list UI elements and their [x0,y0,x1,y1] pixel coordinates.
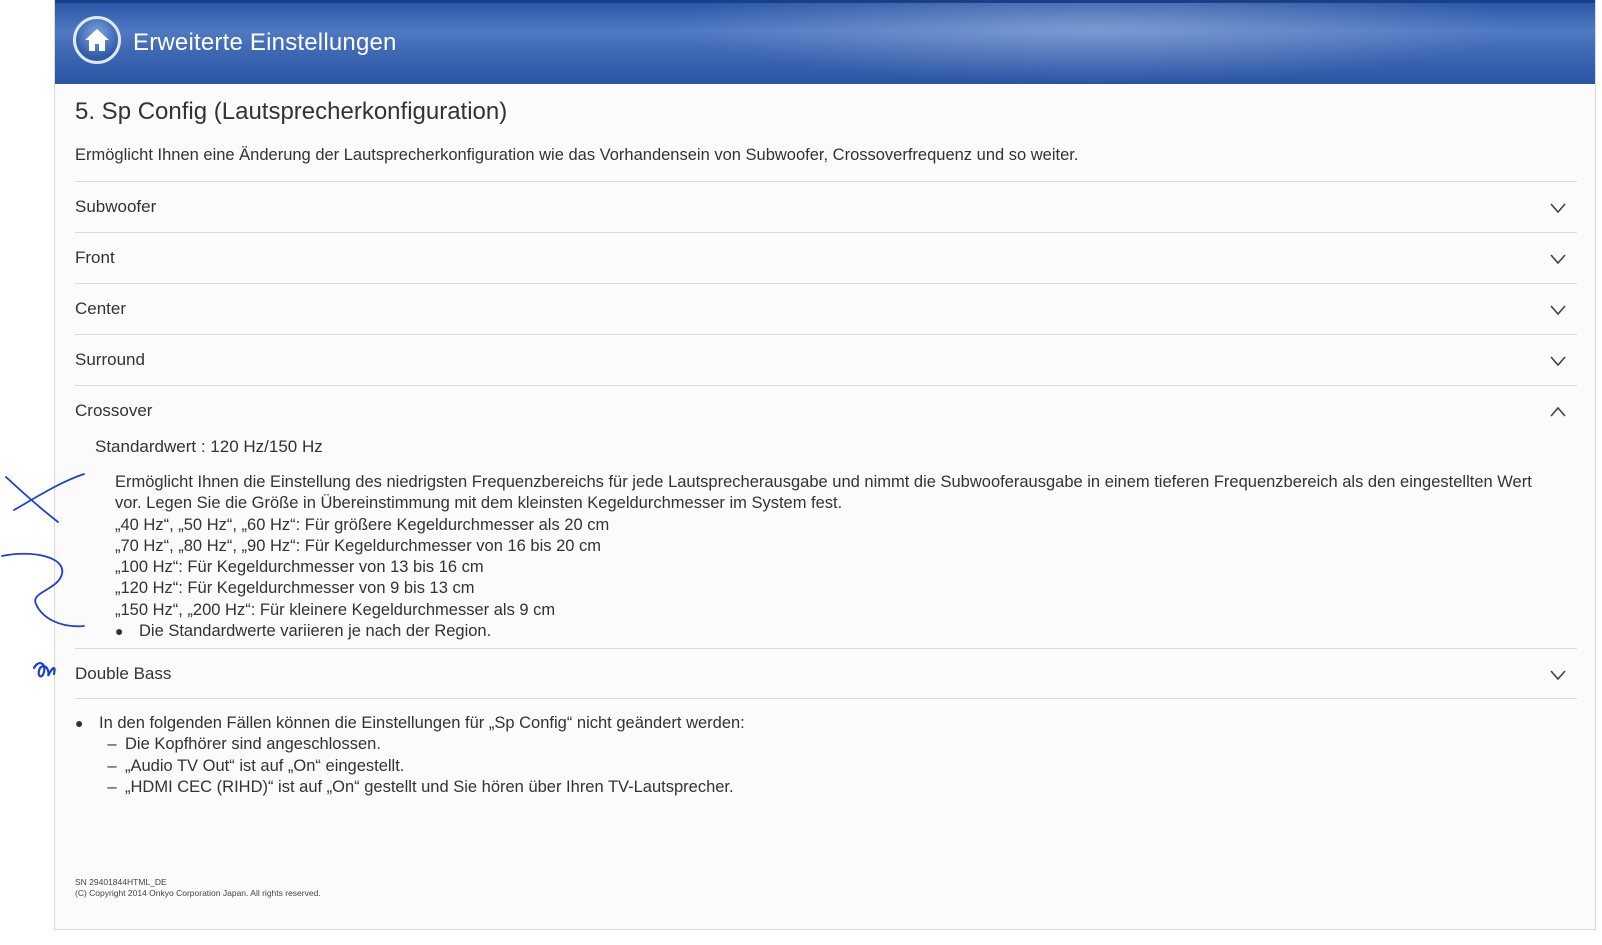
chevron-down-icon [1550,203,1566,214]
crossover-note-text: Die Standardwerte variieren je nach der … [139,622,492,641]
footer: SN 29401844HTML_DE (C) Copyright 2014 On… [75,877,321,899]
header-bar: Erweiterte Einstellungen [55,0,1595,84]
divider [75,698,1577,699]
page-title: 5. Sp Config (Lautsprecherkonfiguration) [75,98,508,125]
notes-item-text: „Audio TV Out“ ist auf „On“ eingestellt. [125,756,405,775]
accordion-double-bass[interactable]: Double Bass [75,648,1577,698]
header-title: Erweiterte Einstellungen [133,29,397,56]
page-frame: Erweiterte Einstellungen 5. Sp Config (L… [54,0,1596,930]
page-description: Ermöglicht Ihnen eine Änderung der Lauts… [75,146,1079,164]
notes: ● In den folgenden Fällen können die Ein… [75,713,1555,798]
notes-item: – Die Kopfhörer sind angeschlossen. [75,734,1555,755]
home-icon [85,29,109,51]
accordion-label: Double Bass [75,664,172,683]
home-button[interactable] [73,16,121,64]
crossover-option: „70 Hz“, „80 Hz“, „90 Hz“: Für Kegeldurc… [115,536,602,555]
bullet-icon: ● [75,715,84,731]
accordion-crossover[interactable]: Crossover [75,385,1577,435]
accordion-subwoofer[interactable]: Subwoofer [75,181,1577,231]
footer-copyright: (C) Copyright 2014 Onkyo Corporation Jap… [75,888,321,898]
chevron-down-icon [1550,670,1566,681]
annotation-scrawl [32,662,56,678]
notes-main-text: In den folgenden Fällen können die Einst… [99,714,745,732]
chevron-up-icon [1550,406,1566,417]
notes-main: ● In den folgenden Fällen können die Ein… [75,713,1555,734]
accordion-label: Surround [75,350,145,369]
notes-item-text: „HDMI CEC (RIHD)“ ist auf „On“ gestellt … [125,777,734,796]
accordion-center[interactable]: Center [75,283,1577,333]
accordion-surround[interactable]: Surround [75,334,1577,384]
crossover-option: „150 Hz“, „200 Hz“: Für kleinere Kegeldu… [115,600,556,619]
crossover-option: „40 Hz“, „50 Hz“, „60 Hz“: Für größere K… [115,515,610,534]
bullet-icon: ● [115,623,124,640]
dash-icon: – [107,756,117,775]
accordion-label: Center [75,299,127,318]
dash-icon: – [107,777,117,796]
chevron-down-icon [1550,356,1566,367]
accordion-label: Subwoofer [75,197,157,216]
footer-serial: SN 29401844HTML_DE [75,877,167,887]
accordion-label: Crossover [75,401,153,420]
chevron-down-icon [1550,305,1566,316]
dash-icon: – [107,735,117,754]
accordion-label: Front [75,248,115,267]
crossover-note: ● Die Standardwerte variieren je nach de… [115,621,1535,642]
header-shine [671,3,1518,84]
crossover-default: Standardwert : 120 Hz/150 Hz [95,437,323,456]
chevron-down-icon [1550,254,1566,265]
notes-item: – „Audio TV Out“ ist auf „On“ eingestellt… [75,756,1555,777]
crossover-text: Ermöglicht Ihnen die Einstellung des nie… [115,472,1535,642]
crossover-option: „120 Hz“: Für Kegeldurchmesser von 9 bis… [115,579,475,598]
notes-item-text: Die Kopfhörer sind angeschlossen. [125,735,381,754]
notes-item: – „HDMI CEC (RIHD)“ ist auf „On“ gestellt… [75,777,1555,798]
crossover-option: „100 Hz“: Für Kegeldurchmesser von 13 bi… [115,558,484,577]
crossover-intro: Ermöglicht Ihnen die Einstellung des nie… [115,473,1532,513]
accordion-front[interactable]: Front [75,232,1577,282]
